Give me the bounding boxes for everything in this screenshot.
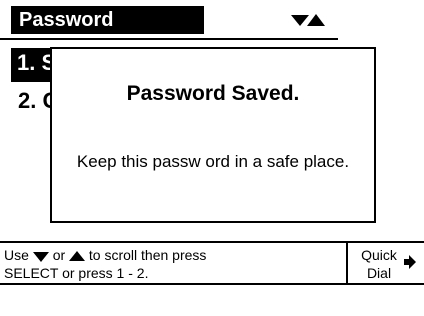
quick-dial-softkey[interactable]: Quick Dial: [352, 246, 420, 282]
help-bar: Use or to scroll then press SELECT or pr…: [0, 241, 424, 285]
dialog-message: Keep this passw ord in a safe place.: [76, 152, 350, 171]
up-arrow-icon: [69, 251, 86, 262]
softkey-label-line1: Quick: [361, 247, 397, 263]
scroll-arrows-icon: [291, 14, 325, 26]
help-scroll-text: to scroll then press: [88, 247, 207, 263]
help-line2: SELECT or press 1 - 2.: [4, 265, 149, 281]
down-arrow-icon: [32, 252, 49, 263]
dialog-title: Password Saved.: [126, 82, 300, 105]
password-saved-dialog: Password Saved. Keep this passw ord in a…: [50, 47, 376, 223]
help-divider: [346, 243, 348, 283]
softkey-label-line2: Dial: [366, 265, 392, 281]
help-text: Use or to scroll then press SELECT or pr…: [4, 246, 334, 282]
softkey-label: Quick Dial: [354, 246, 404, 282]
help-or-text: or: [52, 247, 66, 263]
title-bar: Password: [0, 0, 338, 40]
softkey-right-arrow-icon: [404, 255, 416, 269]
help-use-text: Use: [4, 247, 29, 263]
screen-title: Password: [11, 6, 204, 34]
phone-screen: Password 1. S 2. C Password Saved. Keep …: [0, 0, 424, 316]
